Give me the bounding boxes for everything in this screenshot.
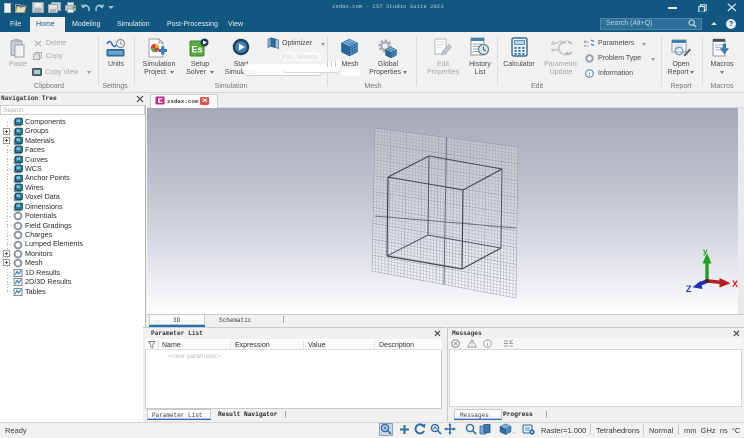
svg-text:Z: Z: [686, 284, 692, 294]
svg-text:y: y: [703, 247, 708, 256]
